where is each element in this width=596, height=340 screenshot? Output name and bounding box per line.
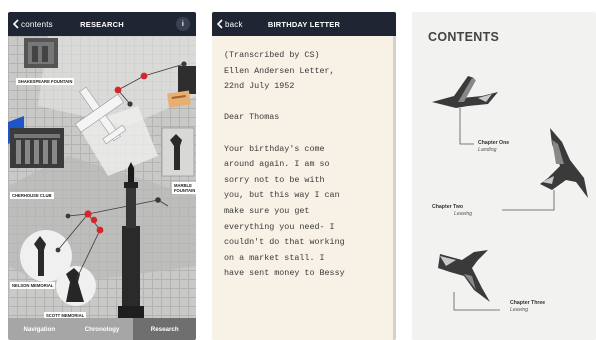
chapter-subtitle: Leaving (454, 211, 473, 217)
chapter-title: Chapter Two (432, 204, 464, 210)
scrollbar[interactable] (393, 36, 396, 340)
map-label-cherhouse[interactable]: CHERHOUSE CLUB (10, 192, 54, 199)
tab-chronology[interactable]: Chronology (71, 318, 134, 340)
chapter-three-link[interactable]: Chapter Three Leaving (510, 300, 545, 313)
letter-line: on a market stall. I (224, 252, 325, 263)
letter-text[interactable]: (Transcribed by CS) Ellen Andersen Letter… (212, 36, 396, 340)
letter-line: 22nd July 1952 (224, 81, 295, 92)
map-label-marble[interactable]: MARBLE FOUNTAIN (172, 182, 196, 194)
letter-line: couldn't do that working (224, 237, 345, 248)
letter-line: Dear Thomas (224, 112, 280, 123)
letter-line: you, but this way I can (224, 190, 340, 201)
page-title: BIRTHDAY LETTER (267, 19, 341, 29)
letter-navbar: back BIRTHDAY LETTER (212, 12, 396, 36)
tab-navigation[interactable]: Navigation (8, 318, 71, 340)
chapter-title: Chapter Three (510, 300, 546, 306)
letter-line: Ellen Andersen Letter, (224, 65, 335, 76)
map-pin (155, 197, 161, 203)
chapter-title: Chapter One (478, 140, 510, 146)
research-map[interactable]: SHAKESPEARE FOUNTAIN CHERHOUSE CLUB MARB… (8, 36, 196, 319)
chapter-subtitle: Landing (478, 147, 497, 153)
page-title: RESEARCH (80, 19, 124, 29)
map-pin (65, 213, 71, 219)
map-label-nelson[interactable]: NELSON MEMORIAL (10, 282, 56, 289)
map-pin (96, 226, 104, 234)
letter-line: make sure you get (224, 205, 310, 216)
letter-line: around again. I am so (224, 159, 330, 170)
letter-line: Your birthday's come (224, 143, 325, 154)
letter-line: (Transcribed by CS) (224, 50, 320, 60)
map-pin (84, 210, 92, 218)
map-pin (114, 86, 122, 94)
map-pin (127, 101, 133, 107)
map-pin (181, 61, 187, 67)
map-label-shakespeare[interactable]: SHAKESPEARE FOUNTAIN (16, 78, 75, 85)
chapter-subtitle: Leaving (510, 307, 529, 313)
tab-research[interactable]: Research (133, 318, 196, 340)
info-icon[interactable]: i (176, 17, 190, 31)
swallow-icon (438, 250, 490, 302)
swallow-icon (432, 76, 498, 108)
map-pin (90, 216, 98, 224)
tab-bar: Navigation Chronology Research (8, 318, 196, 340)
corner-photo (178, 66, 196, 94)
contents-screen: CONTENTS Chapter One Landing Chapter Two… (412, 12, 596, 340)
chapter-one-link[interactable]: Chapter One Landing (478, 140, 509, 153)
letter-screen: back BIRTHDAY LETTER (Transcribed by CS)… (212, 12, 396, 340)
map-pin (140, 72, 148, 80)
letter-line: sorry not to be with (224, 174, 325, 185)
contents-illustration (432, 76, 588, 311)
chapter-two-link[interactable]: Chapter Two Leaving (432, 204, 472, 217)
letter-line: have sent money to Bessy (224, 268, 345, 279)
research-navbar: contents RESEARCH i (8, 12, 196, 36)
map-pin (55, 247, 61, 253)
letter-line: everything you need- I (224, 221, 335, 232)
swallow-icon (540, 128, 588, 198)
research-screen: SHAKESPEARE FOUNTAIN CHERHOUSE CLUB MARB… (8, 12, 196, 340)
